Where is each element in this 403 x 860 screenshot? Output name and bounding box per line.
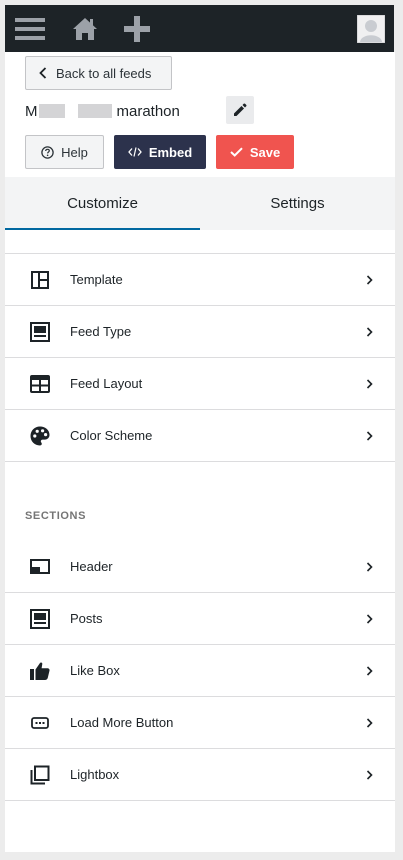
customizer-panel: Back to all feeds M marathon Help Embed …	[5, 52, 395, 852]
checkmark-icon	[230, 147, 243, 157]
option-feed-layout[interactable]: Feed Layout	[5, 358, 395, 410]
avatar-icon[interactable]	[357, 5, 385, 52]
option-label: Feed Type	[70, 324, 132, 339]
back-to-feeds-button[interactable]: Back to all feeds	[25, 56, 172, 90]
code-icon	[127, 147, 142, 157]
chevron-left-icon	[39, 67, 47, 79]
feed-name-text: marathon	[116, 102, 180, 120]
feed-name-initial: M	[25, 102, 38, 120]
customize-options-list: Template Feed Type Feed Layout Color Sch…	[5, 253, 395, 462]
lightbox-icon	[29, 765, 51, 785]
section-like-box[interactable]: Like Box	[5, 645, 395, 697]
question-circle-icon	[41, 145, 54, 159]
section-label: Header	[70, 559, 113, 574]
section-lightbox[interactable]: Lightbox	[5, 749, 395, 801]
chevron-right-icon	[366, 666, 373, 676]
section-label: Posts	[70, 611, 103, 626]
feed-type-icon	[29, 322, 51, 342]
tab-label: Settings	[270, 195, 325, 212]
posts-icon	[29, 609, 51, 629]
option-label: Template	[70, 272, 123, 287]
hamburger-icon[interactable]	[14, 5, 46, 52]
customizer-tabs: Customize Settings	[5, 177, 395, 230]
option-label: Feed Layout	[70, 376, 143, 391]
load-more-icon	[29, 713, 51, 733]
chevron-right-icon	[366, 562, 373, 572]
save-button[interactable]: Save	[216, 135, 294, 169]
tab-label: Customize	[67, 195, 138, 212]
template-icon	[29, 270, 51, 290]
thumbs-up-icon	[29, 661, 51, 681]
section-label: Lightbox	[70, 767, 120, 782]
section-load-more-button[interactable]: Load More Button	[5, 697, 395, 749]
option-label: Color Scheme	[70, 428, 153, 443]
chevron-right-icon	[366, 431, 373, 441]
plus-icon[interactable]	[123, 5, 151, 52]
pencil-icon	[234, 103, 247, 116]
feed-layout-icon	[29, 374, 51, 394]
redacted-block	[77, 104, 112, 118]
tab-settings[interactable]: Settings	[200, 177, 395, 230]
help-label: Help	[61, 144, 88, 160]
section-posts[interactable]: Posts	[5, 593, 395, 645]
option-template[interactable]: Template	[5, 254, 395, 306]
section-header[interactable]: Header	[5, 541, 395, 593]
help-button[interactable]: Help	[25, 135, 104, 169]
embed-button[interactable]: Embed	[114, 135, 206, 169]
sections-list: Header Posts Like Box Load More Button L…	[5, 541, 395, 801]
redacted-block	[38, 104, 65, 118]
section-label: Load More Button	[70, 715, 174, 730]
feed-name: M marathon	[25, 101, 180, 121]
edit-name-button[interactable]	[226, 96, 254, 124]
back-button-label: Back to all feeds	[56, 65, 152, 81]
header-icon	[29, 557, 51, 577]
option-feed-type[interactable]: Feed Type	[5, 306, 395, 358]
embed-label: Embed	[148, 144, 193, 160]
option-color-scheme[interactable]: Color Scheme	[5, 410, 395, 462]
tab-customize[interactable]: Customize	[5, 177, 200, 230]
save-label: Save	[249, 144, 281, 160]
chevron-right-icon	[366, 718, 373, 728]
sections-heading: SECTIONS	[25, 510, 87, 522]
admin-top-bar	[5, 5, 394, 52]
chevron-right-icon	[366, 275, 373, 285]
chevron-right-icon	[366, 327, 373, 337]
palette-icon	[29, 426, 51, 446]
home-icon[interactable]	[71, 5, 99, 52]
chevron-right-icon	[366, 379, 373, 389]
section-label: Like Box	[70, 663, 120, 678]
chevron-right-icon	[366, 770, 373, 780]
chevron-right-icon	[366, 614, 373, 624]
